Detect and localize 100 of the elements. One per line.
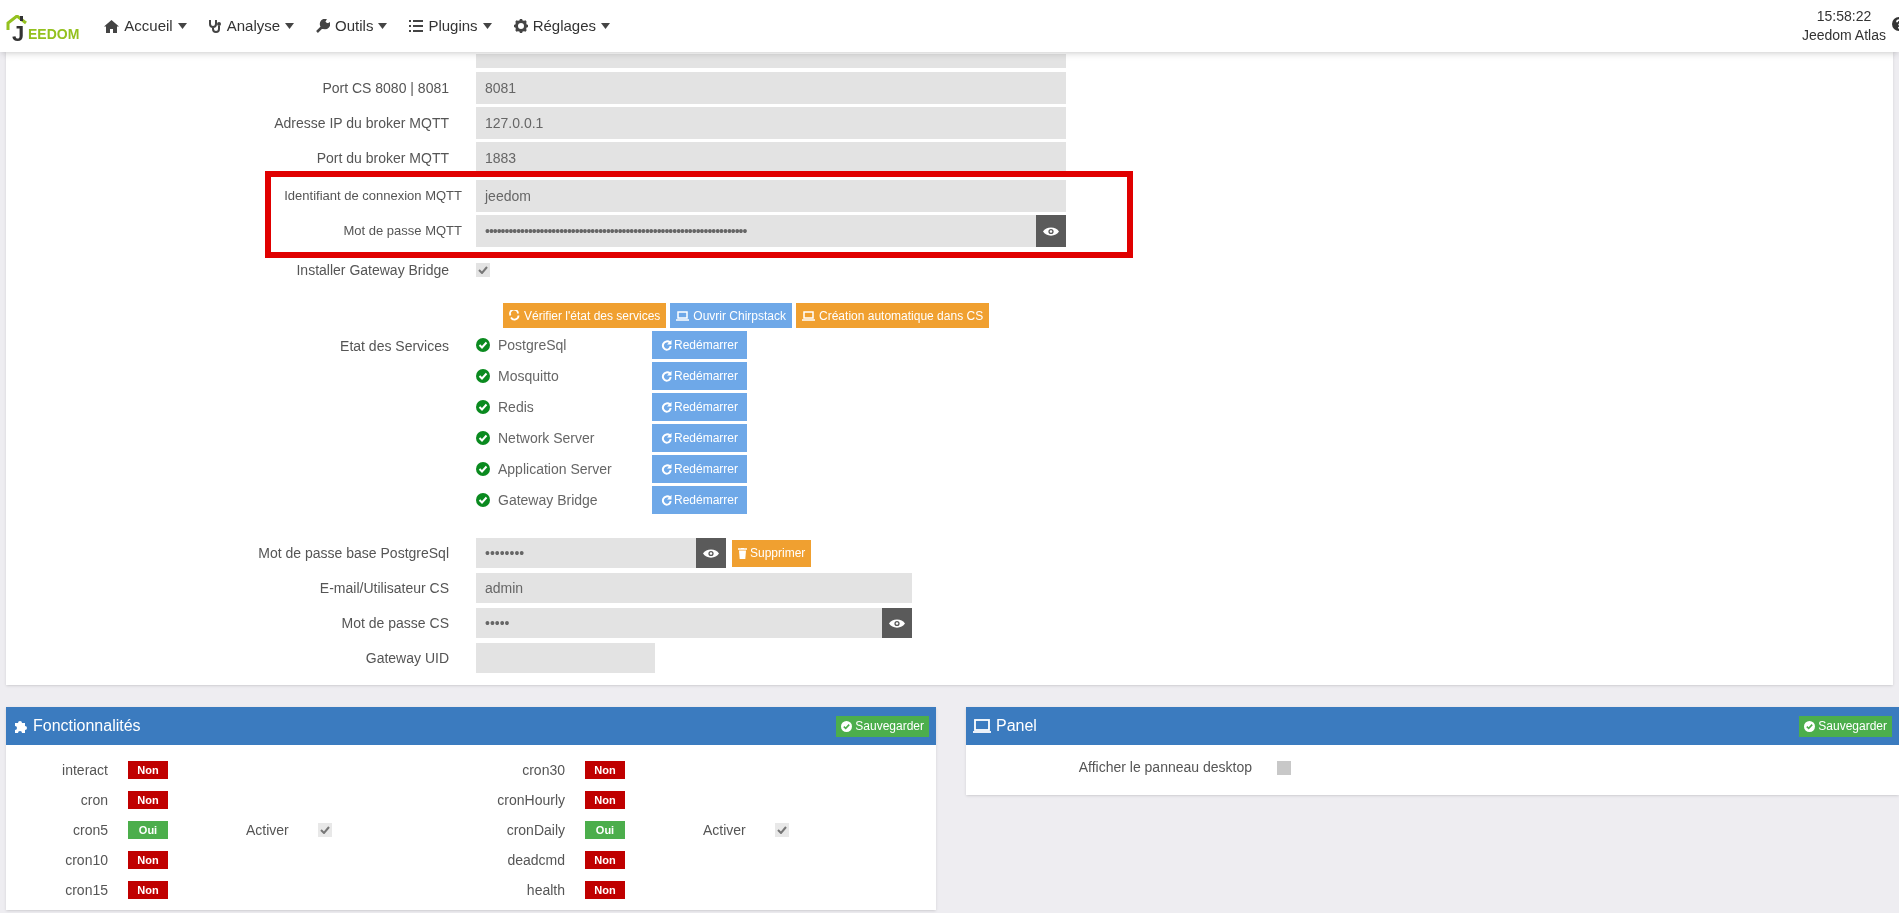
checkbox[interactable] (1277, 760, 1291, 775)
laptop-icon (802, 310, 816, 321)
redo-icon (661, 494, 672, 506)
restart-button[interactable]: Redémarrer (652, 424, 747, 452)
restart-button[interactable]: Redémarrer (652, 362, 747, 390)
input-field[interactable]: jeedom (476, 180, 1066, 212)
input-field[interactable] (476, 54, 1066, 68)
caret-icon (177, 23, 187, 29)
feature-label: cron5 (72, 821, 108, 838)
input-field[interactable]: 1883 (476, 142, 1066, 174)
feature-label: cronHourly (497, 791, 565, 808)
check-circle-icon (1804, 720, 1816, 732)
menu-item[interactable]: Plugins (398, 6, 503, 46)
eye-icon (1043, 225, 1059, 237)
check-circle-icon (841, 720, 853, 732)
show-password-button[interactable] (696, 538, 726, 568)
field-label: Adresse IP du broker MQTT (274, 114, 449, 131)
caret-icon (285, 23, 295, 29)
status-badge: Non (128, 761, 168, 779)
clock-text: 15:58:22 (1816, 7, 1872, 26)
field-label: Mot de passe base PostgreSql (258, 544, 449, 561)
menu-item[interactable]: Analyse (197, 6, 306, 46)
checkbox-label: Activer (246, 820, 290, 840)
status-badge: Oui (128, 821, 168, 839)
field-label: Identifiant de connexion MQTT (284, 188, 462, 204)
redo-icon (661, 401, 672, 413)
status-badge: Non (128, 791, 168, 809)
input-field[interactable]: ••••• (476, 608, 882, 638)
service-name: Application Server (498, 459, 612, 479)
input-field[interactable]: •••••••• (476, 538, 696, 568)
checkbox-label: Activer (703, 820, 747, 840)
service-name: PostgreSql (498, 335, 567, 355)
panel-title: Panel (996, 716, 1037, 736)
input-field[interactable] (476, 643, 655, 673)
eye-icon (889, 617, 905, 629)
logo-text: EEDOM (28, 27, 80, 41)
menu-item[interactable]: Outils (305, 6, 399, 46)
feature-label: deadcmd (507, 851, 565, 868)
stethoscope-icon (208, 19, 222, 33)
service-name: Network Server (498, 428, 595, 448)
panel-title: Fonctionnalités (33, 716, 141, 736)
show-password-button[interactable] (1036, 215, 1066, 247)
feature-label: health (526, 881, 565, 898)
input-field[interactable]: ••••••••••••••••••••••••••••••••••••••••••••••••••••••••••••••••••• (476, 215, 1036, 247)
field-label: Etat des Services (340, 338, 449, 354)
restart-button[interactable]: Redémarrer (652, 331, 747, 359)
status-badge: Non (128, 881, 168, 899)
status-badge: Non (585, 881, 625, 899)
save-button[interactable]: Sauvegarder (836, 715, 929, 737)
feature-label: cron (80, 791, 108, 808)
field-label: Port CS 8080 | 8081 (322, 79, 449, 96)
field-label: Mot de passe MQTT (343, 223, 462, 239)
field-label: Port du broker MQTT (316, 149, 449, 166)
puzzle-icon (13, 718, 28, 734)
checkbox[interactable] (775, 823, 789, 837)
redo-icon (661, 370, 672, 382)
user-name: Jeedom Atlas (1801, 26, 1886, 45)
feature-label: interact (62, 761, 108, 778)
redo-icon (661, 339, 672, 351)
input-field[interactable]: 8081 (476, 72, 1066, 104)
feature-label: cron15 (65, 881, 108, 898)
checkbox[interactable] (476, 263, 490, 277)
field-label: Installer Gateway Bridge (296, 261, 449, 278)
gear-icon (513, 19, 528, 33)
redo-icon (661, 432, 672, 444)
feature-label: cron10 (65, 851, 108, 868)
show-password-button[interactable] (882, 608, 912, 638)
action-button[interactable]: Ouvrir Chirpstack (670, 303, 793, 328)
restart-button[interactable]: Redémarrer (652, 455, 747, 483)
status-badge: Non (128, 851, 168, 869)
trash-icon (738, 547, 747, 559)
refresh-icon (509, 310, 520, 321)
service-name: Gateway Bridge (498, 490, 598, 510)
service-name: Redis (498, 397, 534, 417)
input-field[interactable]: admin (476, 573, 912, 603)
feature-label: cron30 (522, 761, 565, 778)
feature-label: cronDaily (506, 821, 565, 838)
status-badge: Oui (585, 821, 625, 839)
eye-icon (703, 547, 719, 559)
field-label: Gateway UID (365, 649, 449, 666)
checkbox[interactable] (318, 823, 332, 837)
save-button[interactable]: Sauvegarder (1799, 715, 1892, 737)
service-name: Mosquitto (498, 366, 559, 386)
caret-icon (378, 23, 388, 29)
caret-icon (482, 23, 492, 29)
list-icon (409, 20, 424, 32)
input-field[interactable]: 127.0.0.1 (476, 107, 1066, 139)
laptop-icon (676, 310, 690, 321)
caret-icon (601, 23, 610, 29)
option-label: Afficher le panneau desktop (1078, 759, 1252, 775)
field-label: E-mail/Utilisateur CS (319, 579, 449, 596)
status-badge: Non (585, 851, 625, 869)
status-badge: Non (585, 761, 625, 779)
status-badge: Non (585, 791, 625, 809)
restart-button[interactable]: Redémarrer (652, 393, 747, 421)
menu-item[interactable]: Accueil (93, 6, 198, 46)
redo-icon (661, 463, 672, 475)
menu-item[interactable]: Réglages (502, 6, 621, 46)
logo-letter: J (12, 23, 25, 45)
restart-button[interactable]: Redémarrer (652, 486, 747, 514)
